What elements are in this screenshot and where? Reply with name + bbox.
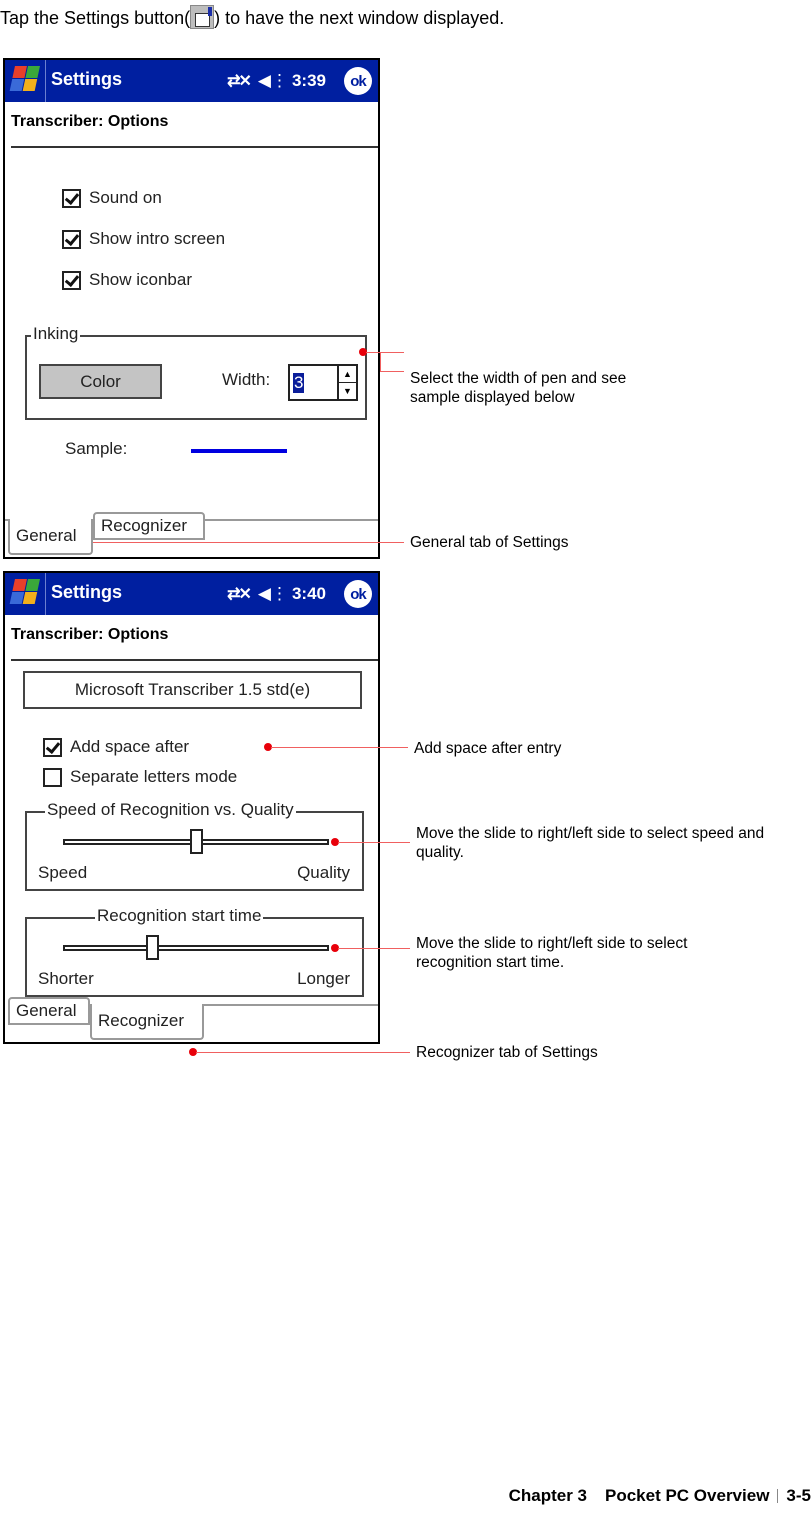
- checkbox-box[interactable]: [62, 188, 81, 208]
- intro-text: Tap the Settings button( ) to have the ne…: [0, 5, 504, 29]
- quality-label: Quality: [297, 863, 350, 882]
- speed-quality-group: Speed of Recognition vs. Quality Speed Q…: [25, 800, 364, 891]
- callout-line: [338, 842, 410, 843]
- callout-line: [271, 747, 408, 748]
- tab-bar: General Recognizer: [5, 512, 378, 557]
- speed-quality-group-label: Speed of Recognition vs. Quality: [45, 800, 296, 820]
- windows-start-icon: [7, 579, 41, 607]
- start-time-slider-track[interactable]: [63, 945, 329, 951]
- page-header: Transcriber: Options: [11, 113, 169, 130]
- app-title: Settings: [51, 582, 123, 602]
- title-bar: Settings ⇄✕ ◀⋮ 3:40 ok: [5, 573, 378, 615]
- callout-start-time-note: Move the slide to right/left side to sel…: [416, 935, 688, 971]
- tab-general[interactable]: General: [8, 997, 90, 1025]
- checkbox-box[interactable]: [62, 270, 81, 290]
- app-title: Settings: [51, 69, 123, 89]
- start-button[interactable]: [5, 573, 46, 615]
- checkbox-box[interactable]: [43, 767, 62, 787]
- header-divider: [11, 659, 378, 661]
- callout-line: [366, 352, 404, 353]
- callout-line: [90, 542, 404, 543]
- tab-bar: General Recognizer: [5, 997, 378, 1042]
- status-area: ⇄✕ ◀⋮ 3:40 ok: [227, 573, 378, 615]
- sound-on-checkbox[interactable]: Sound on: [62, 188, 162, 208]
- clock[interactable]: 3:40: [292, 584, 326, 604]
- tab-label: General: [16, 1001, 77, 1020]
- intro-before: Tap the Settings button(: [0, 8, 191, 28]
- status-area: ⇄✕ ◀⋮ 3:39 ok: [227, 60, 378, 102]
- settings-screen-recognizer: Settings ⇄✕ ◀⋮ 3:40 ok Transcriber: Opti…: [3, 571, 380, 1044]
- checkbox-label: Add space after: [70, 737, 190, 756]
- callout-add-space-note: Add space after entry: [414, 740, 562, 757]
- tab-general[interactable]: General: [8, 519, 93, 555]
- start-button[interactable]: [5, 60, 46, 102]
- shorter-label: Shorter: [38, 969, 94, 988]
- width-input[interactable]: 3: [290, 366, 337, 399]
- callout-line: [380, 371, 404, 372]
- callout-line: [338, 948, 410, 949]
- add-space-after-checkbox[interactable]: Add space after: [43, 737, 189, 757]
- footer-title: Pocket PC Overview: [605, 1486, 770, 1505]
- recognition-start-time-group-label: Recognition start time: [95, 906, 264, 926]
- ink-sample-line: [191, 449, 287, 453]
- checkbox-box[interactable]: [62, 229, 81, 249]
- ok-button[interactable]: ok: [344, 580, 372, 608]
- show-iconbar-checkbox[interactable]: Show iconbar: [62, 270, 192, 290]
- width-spinner[interactable]: 3 ▲ ▼: [288, 364, 358, 401]
- color-button[interactable]: Color: [39, 364, 162, 399]
- title-bar: Settings ⇄✕ ◀⋮ 3:39 ok: [5, 60, 378, 102]
- checkbox-label: Show intro screen: [89, 229, 226, 248]
- speed-label: Speed: [38, 863, 88, 882]
- checkbox-box[interactable]: [43, 737, 62, 757]
- connectivity-icon[interactable]: ⇄✕: [227, 71, 252, 91]
- windows-start-icon: [7, 66, 41, 94]
- header-divider: [11, 146, 378, 148]
- show-intro-screen-checkbox[interactable]: Show intro screen: [62, 229, 225, 249]
- footer-separator: [777, 1489, 779, 1503]
- callout-speed-quality-note: Move the slide to right/left side to sel…: [416, 825, 765, 861]
- spin-down-icon[interactable]: ▼: [339, 383, 356, 399]
- settings-icon: [190, 5, 215, 29]
- longer-label: Longer: [297, 969, 350, 988]
- checkbox-label: Sound on: [89, 188, 162, 207]
- recognition-start-time-group: Recognition start time Shorter Longer: [25, 906, 364, 997]
- callout-width-note: Select the width of pen and see sample d…: [410, 370, 627, 406]
- page-header: Transcriber: Options: [11, 626, 169, 643]
- callout-general-tab-note: General tab of Settings: [410, 534, 569, 551]
- intro-after: ) to have the next window displayed.: [214, 8, 505, 28]
- callout-line: [196, 1052, 410, 1053]
- page-footer: Chapter 3 Pocket PC Overview 3-5: [509, 1486, 811, 1506]
- start-time-slider-thumb[interactable]: [146, 935, 160, 960]
- spin-up-icon[interactable]: ▲: [339, 366, 356, 383]
- speaker-icon[interactable]: ◀⋮: [258, 584, 288, 604]
- width-value: 3: [293, 372, 305, 393]
- tab-label: General: [16, 526, 77, 545]
- ok-button[interactable]: ok: [344, 67, 372, 95]
- tab-label: Recognizer: [98, 1011, 184, 1030]
- callout-recognizer-tab-note: Recognizer tab of Settings: [416, 1044, 598, 1061]
- tab-recognizer[interactable]: Recognizer: [90, 1004, 204, 1040]
- sample-label: Sample:: [65, 439, 128, 458]
- version-box: Microsoft Transcriber 1.5 std(e): [23, 671, 362, 709]
- checkbox-label: Separate letters mode: [70, 767, 238, 786]
- width-label: Width:: [222, 370, 271, 389]
- clock[interactable]: 3:39: [292, 71, 326, 91]
- speaker-icon[interactable]: ◀⋮: [258, 71, 288, 91]
- tab-recognizer[interactable]: Recognizer: [93, 512, 205, 540]
- inking-group-label: Inking: [31, 324, 81, 344]
- checkbox-label: Show iconbar: [89, 270, 193, 289]
- callout-line: [380, 352, 381, 371]
- inking-group: Inking Color Width: 3 ▲ ▼: [25, 324, 367, 420]
- separate-letters-mode-checkbox[interactable]: Separate letters mode: [43, 767, 237, 787]
- footer-chapter: Chapter 3: [508, 1486, 587, 1505]
- settings-screen-general: Settings ⇄✕ ◀⋮ 3:39 ok Transcriber: Opti…: [3, 58, 380, 559]
- connectivity-icon[interactable]: ⇄✕: [227, 584, 252, 604]
- tab-label: Recognizer: [101, 516, 187, 535]
- speed-quality-slider-thumb[interactable]: [189, 829, 203, 854]
- footer-page-number: 3-5: [786, 1486, 811, 1505]
